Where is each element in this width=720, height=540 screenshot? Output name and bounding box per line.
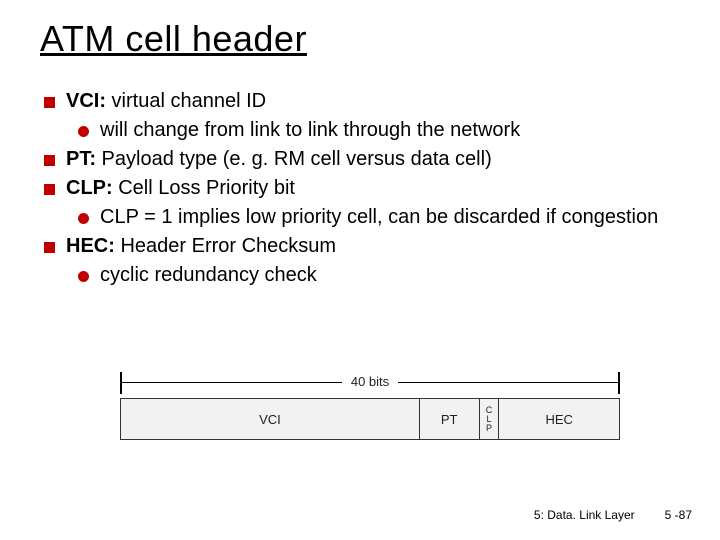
circle-bullet-icon xyxy=(74,207,92,229)
term: CLP: xyxy=(66,177,113,199)
field-vci: VCI xyxy=(121,399,420,439)
bullet-pt: PT: Payload type (e. g. RM cell versus d… xyxy=(40,146,680,173)
subbullet-text: will change from link to link through th… xyxy=(100,117,680,144)
bullet-text: PT: Payload type (e. g. RM cell versus d… xyxy=(66,146,680,173)
subbullet-text: cyclic redundancy check xyxy=(100,262,680,289)
slide: ATM cell header VCI: virtual channel ID … xyxy=(0,0,720,540)
bullet-text: HEC: Header Error Checksum xyxy=(66,233,680,260)
header-diagram: 40 bits VCI PT C L P HEC xyxy=(120,372,620,440)
square-bullet-icon xyxy=(40,149,58,171)
bullet-vci: VCI: virtual channel ID xyxy=(40,88,680,115)
ruler-line-left xyxy=(122,382,342,384)
bullet-text: VCI: virtual channel ID xyxy=(66,88,680,115)
term: HEC: xyxy=(66,235,115,257)
slide-footer: 5: Data. Link Layer 5 -87 xyxy=(534,508,692,522)
bits-label: 40 bits xyxy=(351,374,389,389)
bullet-hec: HEC: Header Error Checksum xyxy=(40,233,680,260)
square-bullet-icon xyxy=(40,236,58,258)
footer-chapter: 5: Data. Link Layer xyxy=(534,508,635,522)
header-fields: VCI PT C L P HEC xyxy=(120,398,620,440)
subbullet-hec: cyclic redundancy check xyxy=(74,262,680,289)
subbullet-clp: CLP = 1 implies low priority cell, can b… xyxy=(74,204,680,231)
square-bullet-icon xyxy=(40,91,58,113)
definition: virtual channel ID xyxy=(106,90,266,112)
footer-page: 5 -87 xyxy=(665,508,692,522)
term: VCI: xyxy=(66,90,106,112)
circle-bullet-icon xyxy=(74,120,92,142)
ruler-line-right xyxy=(398,382,618,384)
field-clp: C L P xyxy=(480,399,500,439)
definition: Payload type (e. g. RM cell versus data … xyxy=(96,148,492,170)
circle-bullet-icon xyxy=(74,265,92,287)
field-hec: HEC xyxy=(499,399,619,439)
definition: Cell Loss Priority bit xyxy=(113,177,295,199)
bullet-list: VCI: virtual channel ID will change from… xyxy=(40,88,680,289)
slide-title: ATM cell header xyxy=(40,18,680,60)
term: PT: xyxy=(66,148,96,170)
definition: Header Error Checksum xyxy=(115,235,336,257)
bullet-clp: CLP: Cell Loss Priority bit xyxy=(40,175,680,202)
subbullet-vci: will change from link to link through th… xyxy=(74,117,680,144)
ruler-end-right-icon xyxy=(618,372,620,394)
field-pt: PT xyxy=(420,399,480,439)
bullet-text: CLP: Cell Loss Priority bit xyxy=(66,175,680,202)
subbullet-text: CLP = 1 implies low priority cell, can b… xyxy=(100,204,680,231)
bits-ruler: 40 bits xyxy=(120,372,620,398)
clp-letter: P xyxy=(486,424,492,433)
square-bullet-icon xyxy=(40,178,58,200)
